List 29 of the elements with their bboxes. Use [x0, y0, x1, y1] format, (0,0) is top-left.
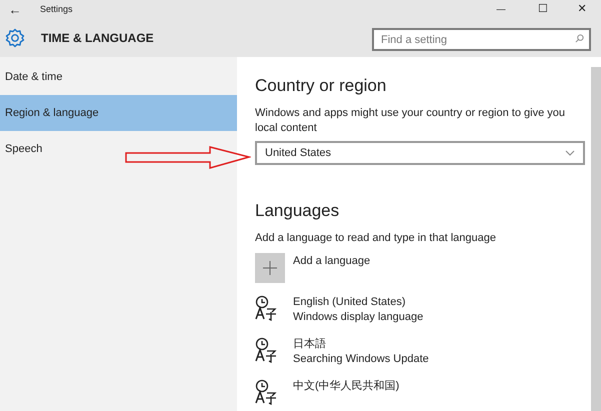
sidebar-item[interactable]: Region & language — [0, 95, 237, 131]
add-button[interactable] — [255, 253, 285, 283]
search-icon — [575, 34, 584, 42]
section-heading: Languages — [255, 201, 340, 221]
search-field[interactable]: Find a setting — [372, 28, 591, 51]
language-icon — [255, 379, 277, 405]
window-title: Settings — [40, 2, 73, 16]
section-heading: Country or region — [255, 76, 388, 96]
maximize-button[interactable]: ☐ — [523, 1, 563, 18]
country-dropdown[interactable]: United States — [255, 141, 585, 165]
language-status: Windows display language — [293, 310, 424, 325]
add-language-label[interactable]: Add a language — [293, 253, 370, 270]
language-icon — [255, 337, 277, 363]
language-name: 中文(中华人民共和国) — [293, 379, 400, 394]
language-name: 日本語 — [293, 337, 327, 352]
language-icon — [255, 295, 277, 321]
language-name: English (United States) — [293, 295, 406, 310]
minimize-button[interactable]: — — [479, 2, 523, 16]
language-status: Searching Windows Update — [293, 352, 429, 367]
close-button[interactable]: ✕ — [563, 1, 601, 18]
section-title: TIME & LANGUAGE — [41, 30, 154, 47]
description-text: Add a language to read and type in that language — [255, 231, 497, 246]
settings-icon — [5, 28, 25, 48]
plus-icon — [263, 261, 277, 275]
back-button[interactable]: ← — [0, 0, 30, 20]
sidebar-item[interactable]: Speech — [0, 131, 237, 167]
chevron-down-icon — [565, 150, 575, 156]
sidebar-item[interactable]: Date & time — [0, 59, 237, 95]
description-text: Windows and apps might use your country or region to give you local content — [255, 106, 566, 136]
